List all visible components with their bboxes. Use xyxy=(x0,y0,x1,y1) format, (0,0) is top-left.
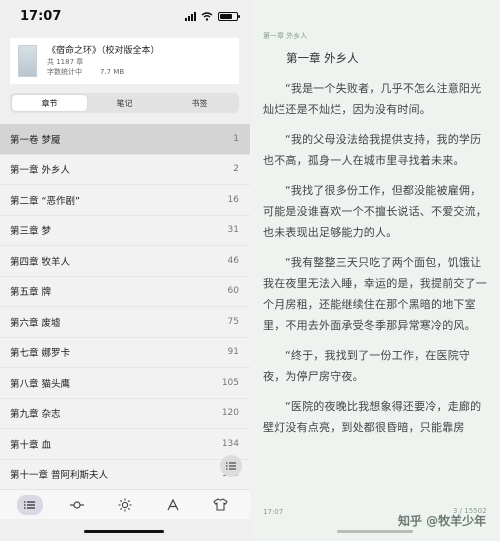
chapter-title: 第十章 血 xyxy=(10,439,52,451)
watermark: 知乎 @牧羊少年 xyxy=(398,514,487,528)
tab-notes[interactable]: 笔记 xyxy=(87,95,162,111)
chapter-item[interactable]: 第四章 牧羊人 46 xyxy=(0,246,250,277)
chapter-page: 46 xyxy=(227,255,239,266)
status-time: 17:07 xyxy=(20,8,62,24)
wifi-icon xyxy=(201,11,213,21)
chapter-page: 1 xyxy=(233,133,239,144)
book-title: 《宿命之环》（校对版全本） xyxy=(47,46,160,56)
chapter-title: 第十一章 普阿利斯夫人 xyxy=(10,470,109,482)
chapter-page: 31 xyxy=(227,225,239,236)
chapter-page: 91 xyxy=(227,347,239,358)
chapter-page: 2 xyxy=(233,164,239,175)
book-info-card[interactable]: 《宿命之环》（校对版全本） 共 1187 章 字数统计中 7.7 MB xyxy=(10,38,239,84)
status-bar: 17:07 xyxy=(0,0,250,32)
chapter-title: 第七章 娜罗卡 xyxy=(10,348,71,360)
paragraph: “我有整整三天只吃了两个面包，饥饿让我在夜里无法入睡，幸运的是，我提前交了一个月… xyxy=(263,256,487,332)
home-indicator xyxy=(337,530,413,533)
paragraph: “我的父母没法给我提供支持，我的学历也不高，孤身一人在城市里寻找着未来。 xyxy=(263,133,482,167)
brightness-icon[interactable] xyxy=(112,495,138,515)
chapter-item[interactable]: 第一章 外乡人 2 xyxy=(0,154,250,185)
chapter-page: 75 xyxy=(227,316,239,327)
slider-icon[interactable] xyxy=(64,495,90,515)
reader-running-header: 第一章 外乡人 xyxy=(263,32,308,40)
reader-toolbar xyxy=(0,489,250,519)
table-of-contents-panel: 17:07 《宿命之环》（校对版全本） 共 1187 章 字数统计中 7.7 MB… xyxy=(0,0,250,541)
font-icon[interactable] xyxy=(160,495,186,515)
book-cover xyxy=(18,45,37,77)
chapter-title: 第九章 杂志 xyxy=(10,409,61,421)
toc-segmented-control: 章节 笔记 书签 xyxy=(10,93,239,113)
chapter-item[interactable]: 第七章 娜罗卡 91 xyxy=(0,337,250,368)
chapter-page: 105 xyxy=(221,377,239,388)
chapter-item[interactable]: 第一卷 梦魇 1 xyxy=(0,124,250,155)
chapter-item[interactable]: 第三章 梦 31 xyxy=(0,215,250,246)
list-icon[interactable] xyxy=(16,494,43,515)
chapter-page: 134 xyxy=(221,438,239,449)
chapter-item[interactable]: 第十一章 普阿利斯夫人149 xyxy=(0,459,250,490)
chapter-page: 120 xyxy=(221,408,239,419)
status-icons xyxy=(185,11,240,21)
chapter-title: 第六章 废墟 xyxy=(10,317,61,329)
chapter-item[interactable]: 第六章 废墟 75 xyxy=(0,307,250,338)
reader-text: “我是一个失败者，几乎不怎么注意阳光灿烂还是不灿烂，因为没有时间。 “我的父母没… xyxy=(263,78,492,447)
paragraph: “我找了很多份工作，但都没能被雇佣，可能是没谁喜欢一个不擅长说话、不爱交流，也未… xyxy=(263,184,487,239)
chapter-title: 第四章 牧羊人 xyxy=(10,256,71,268)
chapter-page: 16 xyxy=(227,194,239,205)
chapter-title: 第三章 梦 xyxy=(10,226,52,238)
chapter-item[interactable]: 第八章 猫头鹰 105 xyxy=(0,368,250,399)
home-indicator xyxy=(84,530,164,533)
chapter-list: 第一卷 梦魇 1 第一章 外乡人 2 第二章 “恶作剧” 16 第三章 梦 31 第四章… xyxy=(0,124,250,490)
book-file-size: 7.7 MB xyxy=(100,68,125,76)
book-stats-label: 字数统计中 xyxy=(47,68,82,76)
chapter-title: 第二章 “恶作剧” xyxy=(10,195,80,207)
chapter-item[interactable]: 第五章 牌 60 xyxy=(0,276,250,307)
chapter-item[interactable]: 第十章 血 134 xyxy=(0,429,250,460)
reader-page[interactable]: 第一章 外乡人 第一章 外乡人 “我是一个失败者，几乎不怎么注意阳光灿烂还是不灿… xyxy=(250,0,500,541)
book-chapter-count: 共 1187 章 xyxy=(47,58,84,66)
chapter-item[interactable]: 第九章 杂志 120 xyxy=(0,398,250,429)
reader-footer-time: 17:07 xyxy=(263,508,284,516)
chapter-title: 第一卷 梦魇 xyxy=(10,134,61,146)
chapter-title: 第五章 牌 xyxy=(10,287,52,299)
paragraph: “终于，我找到了一份工作，在医院守夜，为停尸房守夜。 xyxy=(263,349,471,383)
theme-shirt-icon[interactable] xyxy=(207,495,233,515)
chapter-item[interactable]: 第二章 “恶作剧” 16 xyxy=(0,185,250,216)
chapter-title: 第八章 猫头鹰 xyxy=(10,378,71,390)
chapter-title: 第一章 外乡人 xyxy=(10,165,71,177)
paragraph: “我是一个失败者，几乎不怎么注意阳光灿烂还是不灿烂，因为没有时间。 xyxy=(263,82,482,116)
paragraph: “医院的夜晚比我想象得还要冷，走廊的壁灯没有点亮，到处都很昏暗，只能靠房 xyxy=(263,400,482,434)
chapter-heading: 第一章 外乡人 xyxy=(286,51,359,65)
chapter-jump-list-icon[interactable] xyxy=(220,455,242,477)
chapter-page: 60 xyxy=(227,286,239,297)
battery-icon xyxy=(218,11,240,21)
tab-bookmarks[interactable]: 书签 xyxy=(162,95,237,111)
signal-icon xyxy=(185,11,196,21)
tab-chapters[interactable]: 章节 xyxy=(12,95,87,111)
